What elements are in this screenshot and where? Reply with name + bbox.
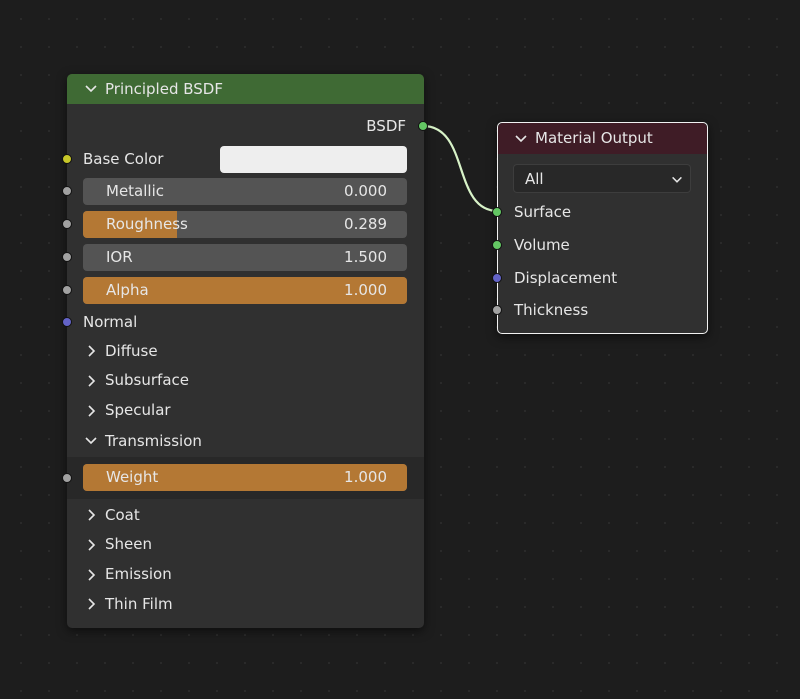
panel-subsurface[interactable]: Subsurface	[83, 373, 189, 389]
field-label: Weight	[106, 468, 159, 486]
ior-field[interactable]: IOR 1.500	[83, 244, 407, 271]
displacement-label: Displacement	[514, 268, 618, 287]
roughness-socket[interactable]	[62, 219, 72, 229]
panel-label: Subsurface	[105, 371, 189, 390]
chevron-right-icon[interactable]	[83, 596, 99, 612]
chevron-right-icon[interactable]	[83, 343, 99, 359]
base-color-label: Base Color	[83, 150, 164, 168]
chevron-down-icon[interactable]	[83, 433, 99, 449]
panel-thin-film[interactable]: Thin Film	[83, 596, 173, 612]
panel-coat[interactable]: Coat	[83, 507, 140, 523]
panel-sheen[interactable]: Sheen	[83, 537, 152, 553]
alpha-field[interactable]: Alpha 1.000	[83, 277, 407, 304]
chevron-down-icon[interactable]	[83, 81, 99, 97]
chevron-right-icon[interactable]	[83, 567, 99, 583]
node-editor-canvas[interactable]: Principled BSDF BSDF Base Color Metallic…	[0, 0, 800, 699]
panel-label: Diffuse	[105, 341, 158, 360]
panel-label: Thin Film	[105, 594, 173, 613]
bsdf-output-label: BSDF	[366, 117, 406, 135]
volume-label: Volume	[514, 235, 570, 254]
chevron-down-icon[interactable]	[513, 131, 529, 147]
chevron-right-icon[interactable]	[83, 403, 99, 419]
normal-socket[interactable]	[62, 317, 72, 327]
surface-socket[interactable]	[491, 207, 502, 217]
chevron-down-icon	[670, 172, 684, 191]
weight-socket[interactable]	[62, 473, 72, 483]
field-value: 1.500	[344, 248, 387, 266]
weight-field[interactable]: Weight 1.000	[83, 464, 407, 491]
ior-socket[interactable]	[62, 252, 72, 262]
field-value: 0.289	[344, 215, 387, 233]
panel-transmission[interactable]: Transmission	[83, 433, 202, 449]
node-header[interactable]: Material Output	[498, 123, 707, 154]
surface-label: Surface	[514, 203, 572, 221]
field-label: Metallic	[106, 182, 164, 200]
node-title: Principled BSDF	[105, 79, 223, 98]
normal-label: Normal	[83, 313, 138, 331]
field-label: IOR	[106, 248, 133, 266]
bsdf-output-socket[interactable]	[418, 121, 428, 131]
base-color-socket[interactable]	[62, 154, 72, 164]
displacement-socket[interactable]	[491, 272, 502, 283]
metallic-socket[interactable]	[62, 186, 72, 196]
field-label: Alpha	[106, 281, 149, 299]
alpha-socket[interactable]	[62, 285, 72, 295]
panel-label: Sheen	[105, 535, 152, 554]
material-output-node[interactable]: Material Output All Surface Volume Displac…	[491, 122, 708, 334]
panel-label: Transmission	[105, 431, 202, 450]
chevron-right-icon[interactable]	[83, 537, 99, 553]
chevron-right-icon[interactable]	[83, 507, 99, 523]
panel-label: Specular	[105, 401, 171, 420]
thickness-socket[interactable]	[491, 305, 502, 316]
panel-label: Coat	[105, 505, 140, 524]
field-value: 0.000	[344, 182, 387, 200]
node-header[interactable]: Principled BSDF	[67, 74, 424, 104]
panel-label: Emission	[105, 565, 172, 584]
volume-socket[interactable]	[491, 239, 502, 250]
panel-specular[interactable]: Specular	[83, 403, 171, 419]
field-value: 1.000	[344, 468, 387, 486]
field-label: Roughness	[106, 215, 188, 233]
base-color-swatch[interactable]	[220, 146, 407, 173]
target-dropdown[interactable]: All	[513, 164, 691, 193]
panel-diffuse[interactable]: Diffuse	[83, 343, 158, 359]
target-dropdown-value: All	[525, 170, 544, 188]
metallic-field[interactable]: Metallic 0.000	[83, 178, 407, 205]
thickness-label: Thickness	[514, 301, 589, 320]
node-title: Material Output	[535, 129, 653, 147]
roughness-field[interactable]: Roughness 0.289	[83, 211, 407, 238]
field-value: 1.000	[344, 281, 387, 299]
chevron-right-icon[interactable]	[83, 373, 99, 389]
panel-emission[interactable]: Emission	[83, 567, 172, 583]
principled-bsdf-node[interactable]: Principled BSDF BSDF Base Color Metallic…	[62, 74, 428, 628]
